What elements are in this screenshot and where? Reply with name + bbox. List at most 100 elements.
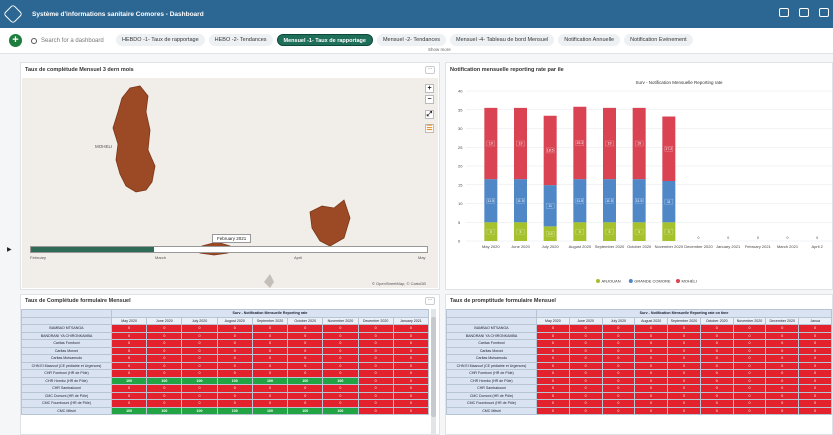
dashboard-chip[interactable]: Mensuel -1- Taux de rapportage bbox=[276, 34, 373, 46]
column-header[interactable]: November 2020 bbox=[322, 316, 359, 325]
zoom-in-button[interactable]: + bbox=[425, 84, 434, 93]
legend-label: MOHÉLI bbox=[682, 279, 697, 284]
table-cell: 0 bbox=[216, 369, 253, 378]
column-header[interactable]: Janua bbox=[798, 316, 832, 325]
table-cell: 0 bbox=[601, 346, 636, 355]
column-header[interactable]: July 2020 bbox=[181, 316, 218, 325]
column-header[interactable]: July 2020 bbox=[601, 316, 636, 325]
table-cell: 100 bbox=[216, 406, 253, 415]
table-row: CMC Mitsiri 100 100 100 100 100 100 100 0 0 bbox=[21, 406, 430, 415]
moheli-label: MOHELI bbox=[95, 144, 112, 149]
table-cell: 0 bbox=[732, 331, 767, 340]
column-header[interactable]: January 2021 bbox=[392, 316, 430, 325]
completeness-table-menu-button[interactable]: ··· bbox=[425, 297, 435, 305]
table-cell: 0 bbox=[251, 331, 289, 340]
dashboard-chip[interactable]: Notification Evénement bbox=[624, 34, 693, 46]
dashboard-chip[interactable]: Mensuel -4- Tableau de bord Mensuel bbox=[450, 34, 555, 46]
table-cell: 0 bbox=[798, 361, 832, 370]
table-cell: 0 bbox=[392, 369, 430, 378]
table-cell: 0 bbox=[765, 324, 800, 333]
table-cell: 0 bbox=[634, 324, 669, 333]
data-label: 0 bbox=[727, 236, 729, 240]
x-tick-label: June 2020 bbox=[511, 244, 530, 249]
zoom-out-button[interactable]: − bbox=[425, 95, 434, 104]
table-cell: 0 bbox=[568, 399, 603, 408]
column-header[interactable]: August 2020 bbox=[216, 316, 253, 325]
play-icon[interactable]: ▶ bbox=[7, 246, 12, 253]
apps-menu-icon[interactable] bbox=[819, 8, 829, 17]
table-cell: 0 bbox=[392, 354, 430, 363]
table-cell: 0 bbox=[634, 331, 669, 340]
row-label: CHR Fomboni (HR de Pôle) bbox=[21, 369, 112, 378]
layers-button[interactable]: ☰ bbox=[425, 124, 434, 133]
dashboard-chip[interactable]: HEBO -2- Tendances bbox=[208, 34, 273, 46]
messages-icon[interactable] bbox=[779, 8, 789, 17]
table-cell: 0 bbox=[146, 361, 183, 370]
dashboard-chip[interactable]: Mensuel -2- Tendances bbox=[376, 34, 447, 46]
show-more-link[interactable]: Show more bbox=[428, 47, 451, 52]
data-label: 0 bbox=[787, 236, 789, 240]
add-dashboard-button[interactable]: + bbox=[9, 34, 22, 47]
y-tick-label: 10 bbox=[458, 201, 463, 206]
table-cell: 0 bbox=[732, 354, 767, 363]
dashboard-chip[interactable]: Notification Annuelle bbox=[558, 34, 621, 46]
dashboard-chip[interactable]: HEBDO -1- Taux de rapportage bbox=[116, 34, 205, 46]
column-header[interactable]: December 2020 bbox=[357, 316, 394, 325]
email-icon[interactable] bbox=[799, 8, 809, 17]
search-placeholder[interactable]: Search for a dashboard bbox=[41, 38, 104, 44]
table-cell: 0 bbox=[667, 324, 701, 333]
table-cell: 0 bbox=[357, 399, 394, 408]
x-tick-label: July 2020 bbox=[542, 244, 560, 249]
table-cell: 0 bbox=[216, 346, 253, 355]
table-cell: 0 bbox=[601, 399, 636, 408]
table-cell: 0 bbox=[568, 346, 603, 355]
header-actions bbox=[779, 8, 829, 17]
table-cell: 0 bbox=[699, 369, 734, 378]
table-cell: 0 bbox=[765, 339, 800, 348]
table-cell: 0 bbox=[536, 361, 570, 370]
column-header[interactable]: September 2020 bbox=[251, 316, 289, 325]
column-header[interactable]: June 2020 bbox=[568, 316, 603, 325]
legend-label: GRANDE COMORE bbox=[634, 279, 671, 284]
map-panel-menu-button[interactable]: ··· bbox=[425, 66, 435, 74]
table-cell: 0 bbox=[798, 406, 832, 415]
app-header: Système d'informations sanitaire Comores… bbox=[0, 0, 833, 28]
table-cell: 0 bbox=[357, 369, 394, 378]
table-cell: 0 bbox=[322, 361, 359, 370]
timeline-slider[interactable] bbox=[30, 246, 428, 253]
column-header[interactable]: May 2020 bbox=[110, 316, 148, 325]
app-logo-icon[interactable] bbox=[3, 4, 23, 24]
table-cell: 0 bbox=[392, 376, 430, 385]
column-header[interactable]: August 2020 bbox=[634, 316, 669, 325]
table-cell: 0 bbox=[601, 391, 636, 400]
table-cell: 0 bbox=[798, 331, 832, 340]
column-header[interactable]: October 2020 bbox=[287, 316, 324, 325]
dashboard-search[interactable]: Search for a dashboard bbox=[31, 35, 111, 46]
x-tick-label: December 2020 bbox=[684, 244, 713, 249]
column-header[interactable]: June 2020 bbox=[146, 316, 183, 325]
table-scrollbar[interactable] bbox=[431, 309, 436, 435]
table-cell: 0 bbox=[699, 331, 734, 340]
table-cell: 0 bbox=[568, 384, 603, 393]
table-cell: 0 bbox=[287, 324, 324, 333]
data-label: 11.5 bbox=[636, 199, 643, 203]
table-cell: 0 bbox=[146, 354, 183, 363]
table-cell: 0 bbox=[732, 346, 767, 355]
data-label: 19 bbox=[637, 142, 641, 146]
row-label: BAMBAO MTSANGA bbox=[21, 324, 112, 333]
table-cell: 0 bbox=[287, 391, 324, 400]
table-cell: 0 bbox=[536, 376, 570, 385]
table-cell: 100 bbox=[287, 376, 324, 385]
table-cell: 0 bbox=[216, 361, 253, 370]
column-header[interactable]: November 2020 bbox=[732, 316, 767, 325]
table-cell: 0 bbox=[392, 324, 430, 333]
column-header[interactable]: September 2020 bbox=[667, 316, 701, 325]
column-header[interactable]: December 2020 bbox=[765, 316, 800, 325]
fullscreen-button[interactable]: ⤢ bbox=[425, 110, 434, 119]
column-header[interactable]: May 2020 bbox=[536, 316, 570, 325]
column-header[interactable]: October 2020 bbox=[699, 316, 734, 325]
table-cell: 0 bbox=[146, 331, 183, 340]
x-tick-label: September 2020 bbox=[595, 244, 625, 249]
data-label: 5 bbox=[520, 230, 522, 234]
map-view[interactable]: MOHELI + − ⤢ ☰ bbox=[22, 78, 438, 288]
